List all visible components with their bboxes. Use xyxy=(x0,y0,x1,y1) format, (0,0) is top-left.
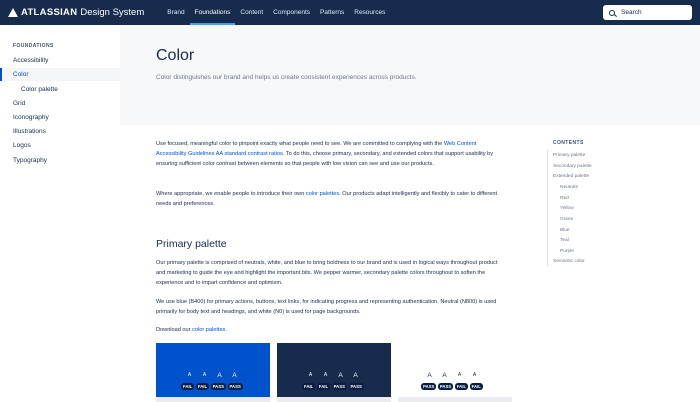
swatch-card-blue[interactable]: A A A A FAIL FAIL PASS PASS xyxy=(156,343,270,402)
swatch-card-navy[interactable]: A A A A FAIL FAIL PASS PASS xyxy=(277,343,391,402)
nav-link-patterns[interactable]: Patterns xyxy=(315,0,349,25)
contrast-badge: PASS xyxy=(331,383,348,390)
contrast-glyph: A xyxy=(338,372,343,379)
contrast-glyphs: A A A A xyxy=(303,372,363,379)
page-lead: Color distinguishes our brand and helps … xyxy=(156,74,417,81)
contrast-glyph: A xyxy=(472,372,477,378)
nav-link-resources[interactable]: Resources xyxy=(349,0,390,25)
nav-link-components[interactable]: Components xyxy=(268,0,315,25)
contrast-badges: PASS PASS FAIL FAIL xyxy=(421,383,484,390)
search-label: Search xyxy=(621,9,642,16)
contrast-glyph: A xyxy=(427,372,432,379)
toc-divider xyxy=(547,150,548,266)
sidebar-item-color[interactable]: Color xyxy=(13,71,29,78)
logo-brand-text: ATLASSIAN xyxy=(21,7,78,18)
color-palettes-link[interactable]: color palettes xyxy=(306,191,339,197)
sidebar-item-logos[interactable]: Logos xyxy=(13,142,31,149)
contrast-glyphs: A A A A xyxy=(422,372,482,379)
page-header: Color Color distinguishes our brand and … xyxy=(120,25,700,125)
nav-link-content[interactable]: Content xyxy=(235,0,268,25)
contrast-glyph: A xyxy=(353,372,358,379)
primary-palette-heading: Primary palette xyxy=(156,238,227,250)
toc-item-yellow[interactable]: Yellow xyxy=(560,206,574,211)
nav-link-foundations[interactable]: Foundations xyxy=(190,0,236,25)
contrast-badge: PASS xyxy=(227,383,243,390)
contrast-glyph: A xyxy=(187,372,192,378)
logo-product-text: Design System xyxy=(80,7,145,18)
search-icon xyxy=(609,9,615,16)
swatch-card-footer xyxy=(156,397,270,402)
sidebar-heading: FOUNDATIONS xyxy=(13,43,54,49)
download-paragraph: Download our color palettes. xyxy=(156,325,508,335)
intro-paragraph: Use focused, meaningful color to pinpoin… xyxy=(156,139,508,169)
swatch-card-white[interactable]: A A A A PASS PASS FAIL FAIL xyxy=(398,343,512,402)
toc-item-red[interactable]: Red xyxy=(560,196,569,201)
swatch-card-footer xyxy=(398,397,512,402)
contrast-glyph: A xyxy=(442,372,447,379)
download-palettes-link[interactable]: color palettes xyxy=(192,327,225,333)
toc-item-green[interactable]: Green xyxy=(560,217,573,222)
contrast-badge: PASS xyxy=(348,383,364,390)
nav-links: Brand Foundations Content Components Pat… xyxy=(162,0,390,25)
toc-item-extended-palette[interactable]: Extended palette xyxy=(553,174,589,179)
contrast-glyph: A xyxy=(232,372,237,379)
blue-usage-paragraph: We use blue (B400) for primary actions, … xyxy=(156,299,497,315)
contrast-glyph: A xyxy=(323,372,328,378)
toc-heading: CONTENTS xyxy=(553,140,584,146)
swatch-card-footer xyxy=(277,397,391,402)
toc-item-secondary-palette[interactable]: Secondary palette xyxy=(553,164,592,169)
sidebar: FOUNDATIONS Accessibility Color Color pa… xyxy=(0,25,120,402)
palettes-paragraph: Where appropriate, we enable people to i… xyxy=(156,189,508,209)
contrast-badge: FAIL xyxy=(195,383,210,390)
toc-item-teal[interactable]: Teal xyxy=(560,238,569,243)
toc-item-primary-palette[interactable]: Primary palette xyxy=(553,153,585,158)
contrast-glyph: A xyxy=(308,372,313,378)
contrast-badge: FAIL xyxy=(181,383,195,390)
primary-palette-paragraph: Our primary palette is comprised of neut… xyxy=(156,260,498,286)
contrast-badge: FAIL xyxy=(302,383,316,390)
contrast-badges: FAIL FAIL PASS PASS xyxy=(181,383,244,390)
contrast-glyph: A xyxy=(217,372,222,379)
top-navigation: ATLASSIAN Design System Brand Foundation… xyxy=(0,0,700,25)
intro-text: Use focused, meaningful color to pinpoin… xyxy=(156,141,444,147)
atlassian-logo-icon xyxy=(8,8,18,17)
toc-item-semantic-color[interactable]: Semantic color xyxy=(553,259,585,264)
toc-item-blue[interactable]: Blue xyxy=(560,228,570,233)
atlassian-logo[interactable]: ATLASSIAN Design System xyxy=(8,7,144,18)
page-title: Color xyxy=(156,47,195,64)
sidebar-item-illustrations[interactable]: Illustrations xyxy=(13,128,46,135)
contrast-badge: FAIL xyxy=(469,383,483,390)
contrast-badges: FAIL FAIL PASS PASS xyxy=(302,383,365,390)
sidebar-item-typography[interactable]: Typography xyxy=(13,157,47,164)
search-button[interactable]: Search xyxy=(603,5,692,20)
contrast-badge: PASS xyxy=(421,383,437,390)
download-text: Download our xyxy=(156,327,193,333)
sidebar-item-accessibility[interactable]: Accessibility xyxy=(13,57,48,64)
nav-link-brand[interactable]: Brand xyxy=(162,0,189,25)
contrast-glyph: A xyxy=(457,372,462,378)
sidebar-item-grid[interactable]: Grid xyxy=(13,100,25,107)
toc-item-purple[interactable]: Purple xyxy=(560,249,574,254)
contrast-badge: PASS xyxy=(210,383,227,390)
contrast-badge: PASS xyxy=(437,383,454,390)
palettes-text: Where appropriate, we enable people to i… xyxy=(156,191,306,197)
contrast-badge: FAIL xyxy=(454,383,469,390)
contrast-badge: FAIL xyxy=(316,383,331,390)
download-text-end: . xyxy=(225,327,227,333)
contrast-glyph: A xyxy=(202,372,207,378)
sidebar-item-iconography[interactable]: Iconography xyxy=(13,114,49,121)
contrast-glyphs: A A A A xyxy=(182,372,242,379)
toc-item-neutrals[interactable]: Neutrals xyxy=(560,185,578,190)
sidebar-item-color-palette[interactable]: Color palette xyxy=(21,86,58,93)
